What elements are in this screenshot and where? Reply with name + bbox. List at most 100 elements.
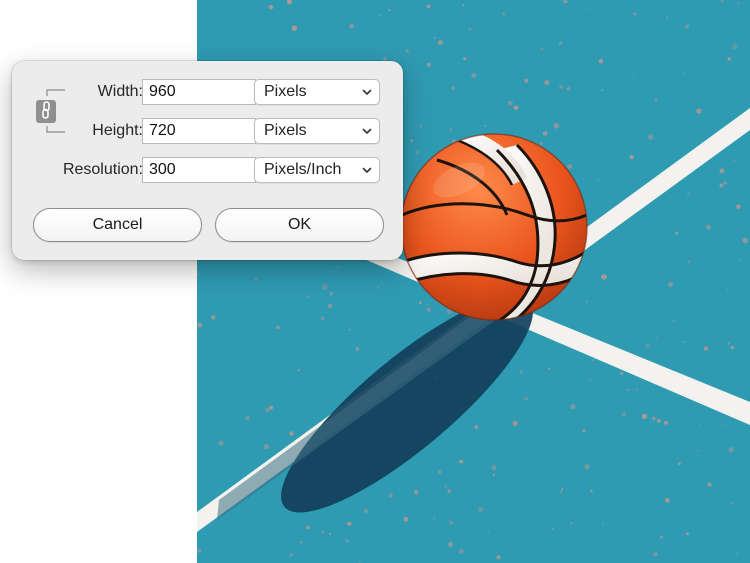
court-speckle <box>633 75 636 78</box>
court-speckle <box>379 14 381 17</box>
court-speckle <box>478 506 484 513</box>
court-speckle <box>728 447 734 453</box>
court-speckle <box>245 415 250 421</box>
court-speckle <box>621 412 626 417</box>
ok-button[interactable]: OK <box>215 208 384 242</box>
court-speckle <box>742 237 748 244</box>
court-speckle <box>276 325 280 330</box>
court-speckle <box>539 141 543 145</box>
court-speckle <box>364 509 368 513</box>
court-speckle <box>471 72 477 78</box>
court-speckle <box>488 530 490 532</box>
image-size-dialog: Width: Pixels Height: Pixels Resolution:… <box>12 61 403 260</box>
court-speckle <box>633 12 637 16</box>
court-speckle <box>524 396 529 401</box>
court-speckle <box>652 416 656 421</box>
court-speckle <box>584 464 590 470</box>
court-speckle <box>321 530 325 534</box>
court-speckle <box>474 425 479 429</box>
court-speckle <box>388 493 393 498</box>
court-speckle <box>678 462 681 465</box>
court-speckle <box>653 552 658 557</box>
court-speckle <box>686 532 689 536</box>
court-speckle <box>538 79 541 82</box>
court-speckle <box>737 2 740 4</box>
width-field[interactable] <box>142 79 256 105</box>
court-speckle <box>598 58 604 64</box>
court-speckle <box>552 527 554 530</box>
court-speckle <box>559 491 562 494</box>
court-speckle <box>300 541 303 544</box>
court-speckle <box>282 336 284 338</box>
court-speckle <box>405 49 409 53</box>
court-speckle <box>416 159 418 161</box>
court-speckle <box>544 79 550 85</box>
court-speckle <box>519 370 523 374</box>
court-speckle <box>254 278 258 281</box>
court-speckle <box>414 490 419 495</box>
court-speckle <box>491 465 497 471</box>
court-speckle <box>263 444 269 450</box>
court-speckle <box>355 346 360 351</box>
court-speckle <box>377 286 380 289</box>
court-speckle <box>434 37 436 39</box>
chevron-down-icon <box>362 89 372 95</box>
court-speckle <box>570 522 573 525</box>
court-speckle <box>197 548 202 553</box>
court-speckle <box>320 316 325 321</box>
court-speckle <box>675 231 679 235</box>
height-unit-select[interactable]: Pixels <box>254 118 380 144</box>
court-speckle <box>660 535 664 539</box>
court-speckle <box>719 168 725 174</box>
court-speckle <box>492 473 495 477</box>
court-speckle <box>548 367 551 370</box>
court-speckle <box>733 160 736 162</box>
court-speckle <box>731 501 734 505</box>
chevron-down-icon <box>362 167 372 173</box>
court-speckle <box>654 99 658 102</box>
court-speckle <box>570 404 576 410</box>
court-speckle <box>683 72 685 74</box>
court-speckle <box>426 4 431 9</box>
court-speckle <box>696 108 702 114</box>
court-speckle <box>328 533 332 536</box>
court-speckle <box>289 431 294 436</box>
court-speckle <box>513 105 519 111</box>
court-speckle <box>449 128 452 131</box>
court-speckle <box>197 322 203 328</box>
resolution-unit-select[interactable]: Pixels/Inch <box>254 157 380 183</box>
court-speckle <box>345 539 349 543</box>
resolution-unit-value: Pixels/Inch <box>264 161 342 178</box>
court-speckle <box>291 25 298 31</box>
court-speckle <box>558 3 560 5</box>
court-speckle <box>410 139 413 142</box>
court-speckle <box>640 231 642 233</box>
court-speckle <box>306 525 311 530</box>
height-field[interactable] <box>142 118 256 144</box>
resolution-field[interactable] <box>142 157 256 183</box>
court-speckle <box>723 181 727 185</box>
court-speckle <box>636 389 638 391</box>
court-speckle <box>664 420 668 425</box>
court-speckle <box>343 537 346 540</box>
cancel-button[interactable]: Cancel <box>33 208 202 242</box>
court-speckle <box>426 307 431 312</box>
court-speckle <box>627 389 630 392</box>
court-speckle <box>347 521 352 526</box>
court-speckle <box>685 24 690 29</box>
resolution-row: Resolution: Pixels/Inch <box>12 157 403 183</box>
court-speckle <box>656 418 661 423</box>
width-unit-select[interactable]: Pixels <box>254 79 380 105</box>
court-speckle <box>268 5 274 10</box>
court-speckle <box>672 319 676 322</box>
court-speckle <box>540 47 544 51</box>
court-speckle <box>601 89 604 92</box>
court-speckle <box>590 489 593 493</box>
court-speckle <box>629 155 634 160</box>
court-speckle <box>735 99 737 101</box>
court-speckle <box>269 405 273 410</box>
court-speckle <box>433 517 436 520</box>
court-speckle <box>707 482 712 487</box>
court-speckle <box>418 301 422 305</box>
court-speckle <box>512 420 518 426</box>
